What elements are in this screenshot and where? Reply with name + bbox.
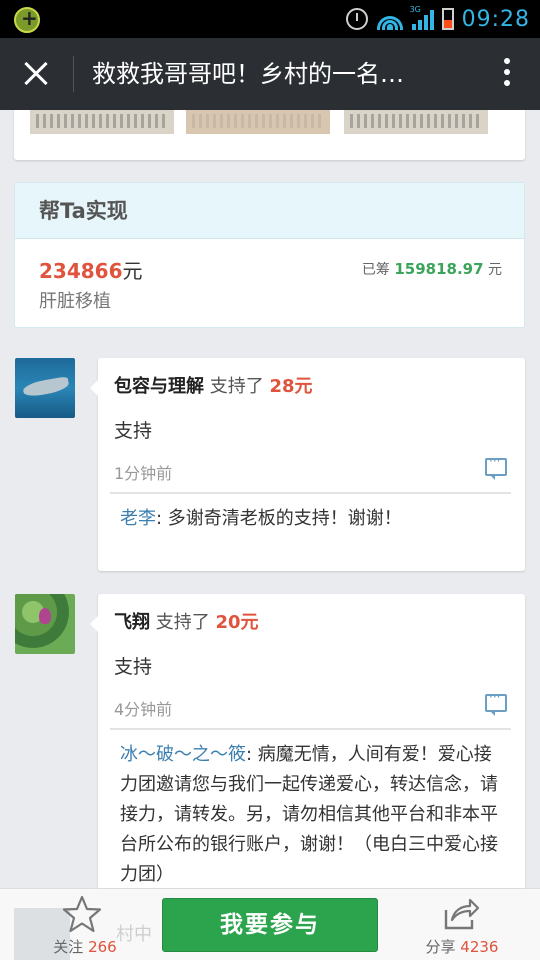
target-amount: 234866元	[39, 255, 143, 284]
reply-text: 冰～破～之～筱: 病魔无情，人间有爱！爱心接力团邀请您与我们一起传递爱心，转达信…	[120, 740, 506, 890]
wifi-icon	[376, 8, 404, 30]
star-icon	[62, 895, 102, 933]
comment-action: 支持了	[209, 376, 264, 397]
reply-content: 多谢奇清老板的支持！谢谢！	[167, 508, 402, 529]
signal-icon: 3G	[409, 5, 434, 30]
target-amount-value: 234866	[39, 259, 123, 283]
raised-label: 已筹	[361, 262, 390, 278]
screen: 3G 09:28 救救我哥哥吧！乡村的一名… 帮Ta实现 234866元 已筹 …	[0, 0, 540, 960]
raised-unit: 元	[488, 262, 502, 278]
reply-separator: :	[246, 744, 258, 765]
project-card: 帮Ta实现 234866元 已筹 159818.97 元 肝脏移植	[14, 182, 525, 328]
avatar[interactable]	[15, 358, 75, 418]
reply-icon[interactable]	[485, 690, 507, 716]
comment-header: 包容与理解 支持了 28元	[114, 372, 313, 398]
alarm-icon	[345, 8, 368, 30]
follow-count: 266	[88, 938, 117, 956]
follow-button[interactable]: 关注 266	[40, 888, 130, 960]
status-icons: 3G 09:28	[345, 0, 530, 38]
title-divider	[73, 56, 74, 92]
raised-amount-value: 159818.97	[394, 260, 484, 278]
reply-content: 病魔无情，人间有爱！爱心接力团邀请您与我们一起传递爱心，转达信念，请接力，请转发…	[120, 744, 498, 885]
divider	[110, 728, 511, 730]
share-text: 分享	[425, 938, 456, 956]
raised-amount: 已筹 159818.97 元	[362, 259, 502, 279]
share-button[interactable]: 分享 4236	[412, 888, 512, 960]
comment-action: 支持了	[155, 612, 210, 633]
share-count: 4236	[460, 938, 499, 956]
app-icon	[14, 6, 40, 33]
comment-time: 1分钟前	[114, 464, 173, 483]
divider	[110, 492, 511, 494]
commenter-name[interactable]: 飞翔	[114, 612, 150, 633]
comment-header: 飞翔 支持了 20元	[114, 608, 259, 634]
comment-card: 包容与理解 支持了 28元 支持 1分钟前 老李: 多谢奇清老板的支持！谢谢！	[90, 358, 525, 571]
project-description: 肝脏移植	[39, 291, 111, 312]
gallery-image[interactable]	[186, 110, 330, 134]
title-bar: 救救我哥哥吧！乡村的一名…	[0, 38, 540, 110]
gallery-image[interactable]	[30, 110, 174, 134]
join-button[interactable]: 我要参与	[162, 898, 378, 952]
avatar[interactable]	[15, 594, 75, 654]
reply-separator: :	[156, 508, 168, 529]
share-label: 分享 4236	[412, 936, 512, 957]
follow-label: 关注 266	[40, 936, 130, 957]
share-icon	[444, 898, 480, 930]
status-bar: 3G 09:28	[0, 0, 540, 38]
reply-author[interactable]: 老李	[120, 508, 156, 529]
image-gallery-card	[14, 110, 525, 160]
comment-card: 飞翔 支持了 20元 支持 4分钟前 冰～破～之～筱: 病魔无情，人间有爱！爱心…	[90, 594, 525, 894]
network-type: 3G	[409, 5, 421, 14]
comment-message: 支持	[114, 656, 153, 678]
clock: 09:28	[461, 6, 530, 32]
more-vertical-icon[interactable]	[502, 58, 512, 92]
target-amount-unit: 元	[122, 259, 143, 283]
comment-message: 支持	[114, 420, 153, 442]
reply-text: 老李: 多谢奇清老板的支持！谢谢！	[120, 504, 410, 534]
battery-icon	[441, 8, 454, 30]
comment-time: 4分钟前	[114, 700, 173, 719]
commenter-name[interactable]: 包容与理解	[114, 376, 204, 397]
reply-author[interactable]: 冰～破～之～筱	[120, 744, 246, 765]
support-amount: 20元	[215, 612, 259, 633]
gallery-image[interactable]	[344, 110, 488, 134]
support-amount: 28元	[269, 376, 313, 397]
close-icon[interactable]	[18, 56, 54, 92]
page-title: 救救我哥哥吧！乡村的一名…	[92, 60, 404, 88]
reply-icon[interactable]	[485, 454, 507, 480]
project-header: 帮Ta实现	[15, 183, 524, 239]
follow-text: 关注	[53, 938, 84, 956]
